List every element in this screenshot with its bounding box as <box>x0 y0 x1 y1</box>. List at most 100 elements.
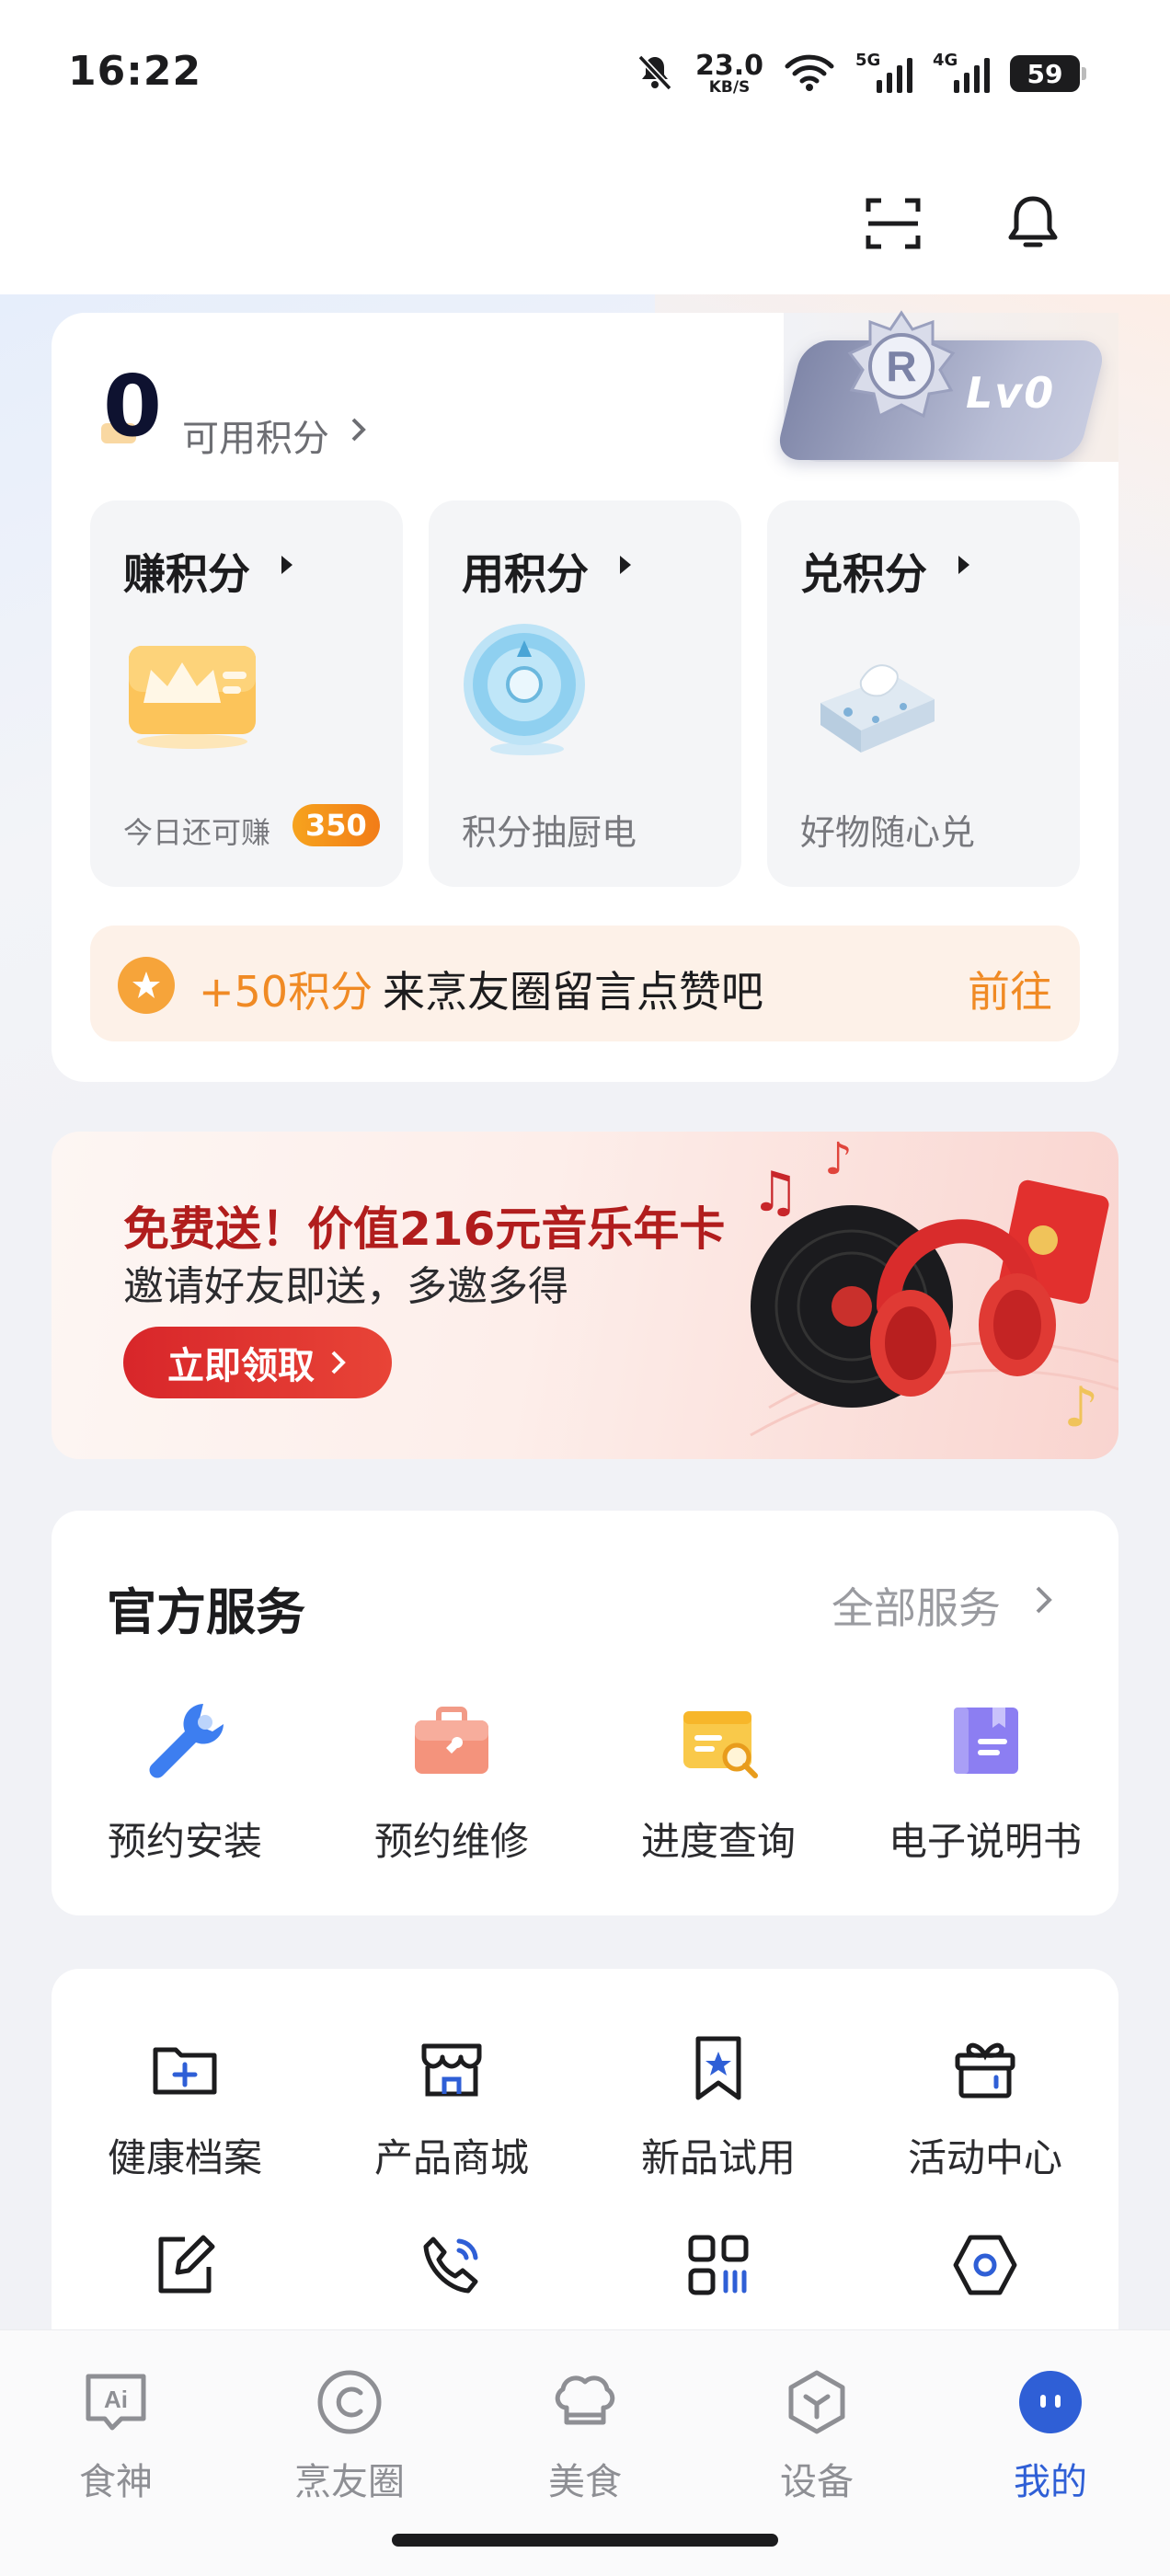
tool-service-hotline[interactable] <box>318 2219 585 2311</box>
svg-text:♪: ♪ <box>1063 1375 1098 1440</box>
tool-label: 产品商城 <box>373 2135 529 2180</box>
scan-icon[interactable] <box>861 191 925 256</box>
manual-icon <box>939 1695 1031 1787</box>
community-icon <box>313 2365 386 2439</box>
toolbox-icon <box>406 1695 498 1787</box>
gift-icon <box>939 2022 1031 2114</box>
status-time: 16:22 <box>68 48 202 95</box>
triangle-right-icon <box>620 556 631 574</box>
tool-settings[interactable] <box>852 2219 1118 2311</box>
battery-level: 59 <box>1027 58 1063 89</box>
tab-label: 美食 <box>548 2461 622 2503</box>
tab-community[interactable]: 烹友圈 <box>276 2365 423 2505</box>
tool-health-records[interactable]: 健康档案 <box>52 2022 318 2183</box>
tools-card: 健康档案 产品商城 新品试用 活动中心 <box>52 1969 1118 2355</box>
service-repair[interactable]: 预约维修 <box>318 1695 585 1867</box>
tool-new-trial[interactable]: 新品试用 <box>585 2022 852 2183</box>
net-speed-value: 23.0 <box>694 49 763 82</box>
wifi-icon <box>784 52 835 96</box>
earn-badge: 350 <box>292 804 380 846</box>
tool-activity-center[interactable]: 活动中心 <box>852 2022 1118 2183</box>
task-text: 来烹友圈留言点赞吧 <box>383 967 763 1017</box>
level-emblem-icon: R <box>844 309 958 423</box>
svg-text:♪: ♪ <box>824 1133 853 1185</box>
task-banner[interactable]: +50积分 来烹友圈留言点赞吧 前往 <box>90 926 1080 1041</box>
status-icons: 23.0 KB/S 5G 4G 59 <box>635 46 1086 101</box>
earn-desc: 今日还可赚 <box>123 815 271 850</box>
tab-label: 烹友圈 <box>294 2461 405 2503</box>
tools-grid: 健康档案 产品商城 新品试用 活动中心 <box>52 2022 1118 2183</box>
tab-label: 设备 <box>780 2461 854 2503</box>
crown-card-icon <box>123 638 261 753</box>
redeem-title: 兑积分 <box>800 549 927 599</box>
all-services-link[interactable]: 全部服务 <box>832 1575 1001 1636</box>
headphones-vinyl-illustration: ♫ ♪ ♪ <box>750 1133 1118 1440</box>
service-label: 进度查询 <box>640 1819 796 1864</box>
tool-product-store[interactable]: 产品商城 <box>318 2022 585 2183</box>
star-coin-icon <box>118 957 175 1014</box>
tool-feedback[interactable] <box>52 2219 318 2311</box>
task-points: +50积分 <box>199 967 373 1017</box>
triangle-right-icon <box>958 556 969 574</box>
earn-title: 赚积分 <box>123 549 250 599</box>
store-icon <box>406 2022 498 2114</box>
points-value[interactable]: 0 <box>103 364 162 449</box>
battery-icon: 59 <box>1010 55 1086 92</box>
points-label[interactable]: 可用积分 <box>182 408 329 462</box>
use-points-card[interactable]: 用积分 积分抽厨电 <box>429 500 741 887</box>
tool-apps[interactable] <box>585 2219 852 2311</box>
bell-icon[interactable] <box>1001 191 1065 256</box>
claim-button[interactable]: 立即领取 <box>123 1327 392 1398</box>
services-grid: 预约安装 预约维修 进度查询 电子说明书 <box>52 1695 1118 1867</box>
claim-button-label: 立即领取 <box>167 1345 315 1387</box>
device-icon <box>780 2365 854 2439</box>
use-title: 用积分 <box>462 549 589 599</box>
official-services-card: 官方服务 全部服务 预约安装 预约维修 进度查询 电子说明书 <box>52 1511 1118 1915</box>
services-title: 官方服务 <box>107 1583 305 1641</box>
triangle-right-icon <box>281 556 292 574</box>
tool-label: 活动中心 <box>907 2135 1062 2180</box>
chevron-right-icon[interactable] <box>350 416 368 447</box>
apps-grid-icon <box>672 2219 764 2311</box>
tool-label: 健康档案 <box>107 2135 262 2180</box>
chevron-right-icon[interactable] <box>1034 1584 1054 1619</box>
mute-icon <box>635 52 675 96</box>
redeem-desc: 好物随心兑 <box>800 812 976 853</box>
promo-banner[interactable]: 免费送！价值216元音乐年卡 邀请好友即送，多邀多得 立即领取 ♫ ♪ ♪ <box>52 1132 1118 1459</box>
phone-call-icon <box>406 2219 498 2311</box>
tool-label: 新品试用 <box>640 2135 796 2180</box>
task-go-button[interactable]: 前往 <box>968 959 1052 1019</box>
profile-icon <box>1014 2365 1087 2439</box>
svg-text:R: R <box>886 342 916 390</box>
home-indicator[interactable] <box>392 2534 778 2547</box>
tab-food[interactable]: 美食 <box>511 2365 659 2505</box>
service-progress[interactable]: 进度查询 <box>585 1695 852 1867</box>
net-speed-unit: KB/S <box>708 77 751 97</box>
prize-wheel-icon <box>458 620 596 762</box>
chef-hat-icon <box>548 2365 622 2439</box>
service-label: 预约维修 <box>373 1819 529 1864</box>
net-speed: 23.0 KB/S <box>695 52 763 96</box>
tools-grid-row2 <box>52 2219 1118 2311</box>
search-doc-icon <box>672 1695 764 1787</box>
service-manual[interactable]: 电子说明书 <box>852 1695 1118 1867</box>
health-folder-icon <box>139 2022 231 2114</box>
service-install[interactable]: 预约安装 <box>52 1695 318 1867</box>
tab-label: 我的 <box>1014 2461 1087 2503</box>
svg-text:Ai: Ai <box>104 2386 128 2413</box>
service-label: 电子说明书 <box>888 1819 1082 1864</box>
tissue-pack-icon <box>811 638 940 762</box>
level-text: Lv0 <box>966 368 1056 418</box>
signal-4g-icon: 4G <box>933 51 990 97</box>
svg-text:♫: ♫ <box>751 1160 800 1225</box>
banner-title: 免费送！价值216元音乐年卡 <box>123 1202 726 1256</box>
tab-ai-chef[interactable]: Ai 食神 <box>42 2365 189 2505</box>
wrench-icon <box>139 1695 231 1787</box>
chevron-right-icon <box>331 1351 346 1374</box>
bookmark-star-icon <box>672 2022 764 2114</box>
status-bar: 16:22 23.0 KB/S 5G 4G 59 <box>0 0 1170 147</box>
earn-points-card[interactable]: 赚积分 今日还可赚 350 <box>90 500 403 887</box>
redeem-points-card[interactable]: 兑积分 好物随心兑 <box>767 500 1080 887</box>
tab-devices[interactable]: 设备 <box>743 2365 890 2505</box>
tab-mine[interactable]: 我的 <box>977 2365 1124 2505</box>
